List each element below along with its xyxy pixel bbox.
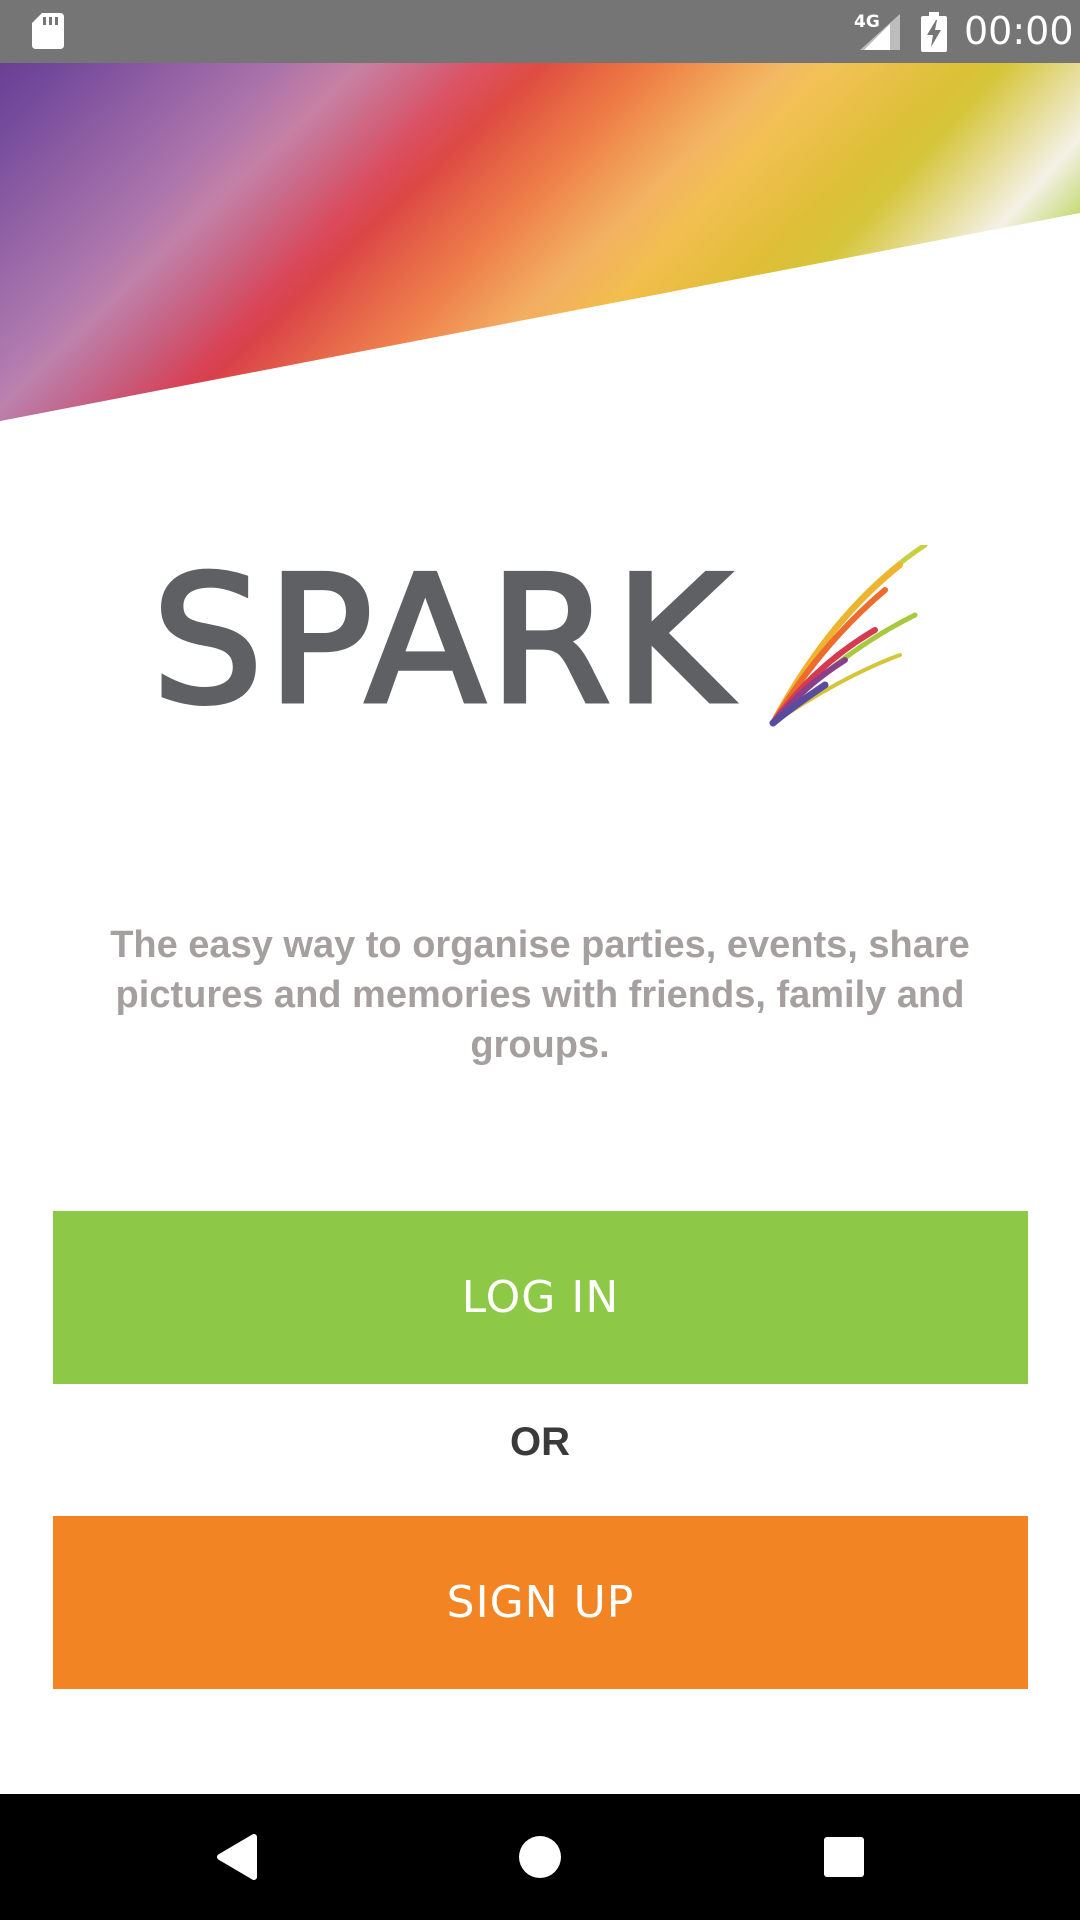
sd-card-icon — [32, 13, 64, 49]
app-tagline: The easy way to organise parties, events… — [110, 924, 970, 1066]
status-bar: 4G 00:00 — [0, 0, 1080, 63]
login-button[interactable]: LOG IN — [53, 1211, 1028, 1384]
system-navigation-bar — [0, 1794, 1080, 1920]
battery-charging-icon — [921, 12, 947, 52]
signup-button[interactable]: SIGN UP — [53, 1516, 1028, 1689]
spark-streak-icon — [769, 545, 928, 727]
hero-banner — [0, 63, 1080, 433]
nav-home-button[interactable] — [470, 1794, 610, 1920]
nav-back-button[interactable] — [166, 1794, 306, 1920]
or-divider-label: OR — [510, 1420, 570, 1464]
recents-icon — [824, 1837, 864, 1877]
spark-logo: SPARK — [140, 540, 940, 743]
signal-icon — [860, 14, 900, 50]
back-icon — [217, 1834, 257, 1880]
rainbow-swoosh-graphic — [0, 63, 1080, 421]
logo-wordmark: SPARK — [150, 540, 734, 743]
welcome-screen: 4G 00:00 SPARK The easy way to organise … — [0, 0, 1080, 1920]
status-clock: 00:00 — [964, 9, 1074, 53]
home-icon — [519, 1836, 561, 1878]
nav-recents-button[interactable] — [774, 1794, 914, 1920]
